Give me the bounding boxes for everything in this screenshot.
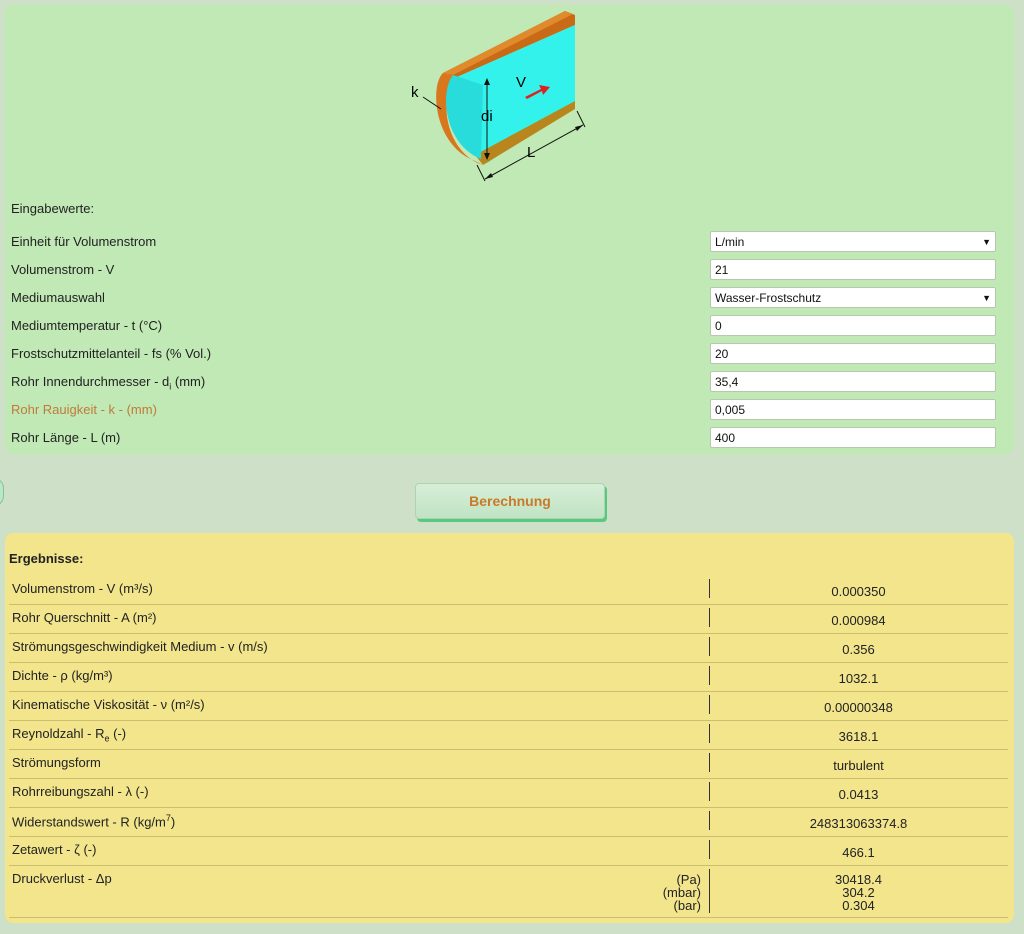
column-divider xyxy=(709,724,710,743)
label-pipe-inner-diameter: Rohr Innendurchmesser - di (mm) xyxy=(11,374,205,392)
pipe-diagram: k di V L xyxy=(405,5,605,195)
label-text: Widerstandswert - R (kg/m xyxy=(12,814,166,830)
label-medium: Mediumauswahl xyxy=(11,290,105,305)
medium-select[interactable]: Wasser-Frostschutz ▼ xyxy=(710,287,996,308)
pipe-roughness-input[interactable] xyxy=(710,399,996,420)
inputs-title: Eingabewerte: xyxy=(11,201,95,216)
column-divider xyxy=(709,869,710,913)
result-value: 3618.1 xyxy=(838,729,879,744)
result-row: Reynoldzahl - Re (-) 3618.1 xyxy=(9,721,1008,750)
result-row: Rohrreibungszahl - λ (-) 0.0413 xyxy=(9,779,1008,808)
column-divider xyxy=(709,666,710,685)
column-divider xyxy=(709,579,710,598)
side-tab[interactable] xyxy=(0,478,4,506)
volume-unit-select[interactable]: L/min ▼ xyxy=(710,231,996,252)
value-bar: 0.304 xyxy=(842,898,875,913)
pressure-loss-label: Druckverlust - Δp xyxy=(12,871,112,886)
result-row: Widerstandswert - R (kg/m7) 248313063374… xyxy=(9,808,1008,837)
column-divider xyxy=(709,637,710,656)
result-value: 466.1 xyxy=(842,845,875,860)
result-label: Rohrreibungszahl - λ (-) xyxy=(12,784,149,799)
input-panel: k di V L Eingabewerte: Einheit für Volum… xyxy=(5,5,1014,454)
label-volume-unit: Einheit für Volumenstrom xyxy=(11,234,157,249)
result-label: Dichte - ρ (kg/m³) xyxy=(12,668,113,683)
column-divider xyxy=(709,608,710,627)
label-text: ) xyxy=(170,814,176,830)
result-value: 0.356 xyxy=(842,642,875,657)
results-panel: Ergebnisse: Volumenstrom - V (m³/s) 0.00… xyxy=(5,533,1014,923)
result-label: Strömungsgeschwindigkeit Medium - v (m/s… xyxy=(12,639,268,654)
result-label: Reynoldzahl - Re (-) xyxy=(12,726,126,744)
result-value: 0.00000348 xyxy=(824,700,893,715)
column-divider xyxy=(709,753,710,772)
result-label: Widerstandswert - R (kg/m7) xyxy=(12,813,175,829)
label-text: (-) xyxy=(109,726,127,741)
label-text: Rohr Innendurchmesser - d xyxy=(11,374,170,389)
label-di: di xyxy=(481,108,493,125)
result-row: Strömungsgeschwindigkeit Medium - v (m/s… xyxy=(9,634,1008,663)
label-k: k xyxy=(411,84,419,101)
label-antifreeze-share: Frostschutzmittelanteil - fs (% Vol.) xyxy=(11,346,212,361)
column-divider xyxy=(709,695,710,714)
column-divider xyxy=(709,811,710,830)
result-label: Volumenstrom - V (m³/s) xyxy=(12,581,153,596)
pipe-length-input[interactable] xyxy=(710,427,996,448)
result-label: Zetawert - ζ (-) xyxy=(12,842,97,857)
pipe-illustration-icon: k di V L xyxy=(411,11,586,182)
pressure-units: (Pa) (mbar) (bar) xyxy=(569,873,701,912)
medium-value: Wasser-Frostschutz xyxy=(715,290,822,305)
medium-temperature-input[interactable] xyxy=(710,315,996,336)
dropdown-caret-icon: ▼ xyxy=(982,292,991,303)
result-label: Kinematische Viskosität - ν (m²/s) xyxy=(12,697,205,712)
label-text: (mm) xyxy=(171,374,206,389)
result-label: Strömungsform xyxy=(12,755,101,770)
result-row: Dichte - ρ (kg/m³) 1032.1 xyxy=(9,663,1008,692)
column-divider xyxy=(709,840,710,859)
pressure-loss-row: Druckverlust - Δp (Pa) (mbar) (bar) 3041… xyxy=(9,866,1008,918)
label-v: V xyxy=(516,74,526,91)
dropdown-caret-icon: ▼ xyxy=(982,236,991,247)
label-volume-flow: Volumenstrom - V xyxy=(11,262,115,277)
antifreeze-share-input[interactable] xyxy=(710,343,996,364)
label-pipe-length: Rohr Länge - L (m) xyxy=(11,430,121,445)
calculate-button[interactable]: Berechnung xyxy=(415,483,605,519)
result-value: 0.0413 xyxy=(838,787,879,802)
label-medium-temperature: Mediumtemperatur - t (°C) xyxy=(11,318,163,333)
column-divider xyxy=(709,782,710,801)
result-value: turbulent xyxy=(833,758,884,773)
pipe-inner-diameter-input[interactable] xyxy=(710,371,996,392)
pressure-values: 30418.4 304.2 0.304 xyxy=(711,873,1006,912)
result-row: Strömungsform turbulent xyxy=(9,750,1008,779)
label-text: Reynoldzahl - R xyxy=(12,726,105,741)
result-value: 0.000350 xyxy=(831,584,886,599)
label-l: L xyxy=(527,144,535,161)
label-pipe-roughness: Rohr Rauigkeit - k - (mm) xyxy=(11,402,157,417)
result-row: Volumenstrom - V (m³/s) 0.000350 xyxy=(9,576,1008,605)
result-value: 248313063374.8 xyxy=(809,816,908,831)
volume-flow-input[interactable] xyxy=(710,259,996,280)
result-value: 0.000984 xyxy=(831,613,886,628)
result-value: 1032.1 xyxy=(838,671,879,686)
result-row: Kinematische Viskosität - ν (m²/s) 0.000… xyxy=(9,692,1008,721)
result-row: Rohr Querschnitt - A (m²) 0.000984 xyxy=(9,605,1008,634)
result-label: Rohr Querschnitt - A (m²) xyxy=(12,610,157,625)
unit-bar: (bar) xyxy=(673,898,701,913)
results-title: Ergebnisse: xyxy=(9,551,84,566)
result-row: Zetawert - ζ (-) 466.1 xyxy=(9,837,1008,866)
volume-unit-value: L/min xyxy=(715,234,745,249)
